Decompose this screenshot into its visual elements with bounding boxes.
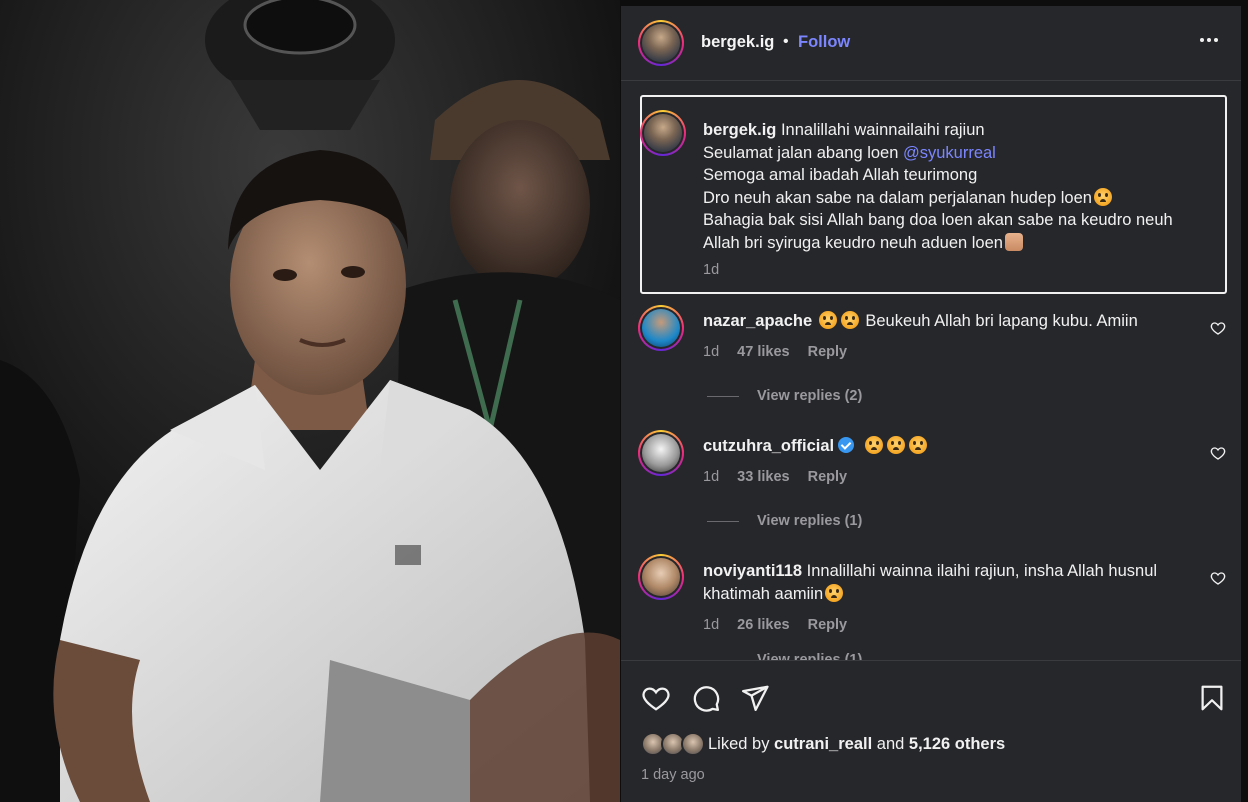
reply-button[interactable]: Reply	[808, 617, 848, 633]
comment-likes[interactable]: 33 likes	[737, 469, 789, 485]
caption-line-4: Dro neuh akan sabe na dalam perjalanan h…	[703, 188, 1092, 207]
praying-hands-emoji	[1004, 232, 1023, 251]
caption-time: 1d	[703, 262, 720, 278]
caption-avatar[interactable]	[640, 110, 686, 156]
comment-text: noviyanti118 Innalillahi wainna ilaihi r…	[703, 560, 1157, 605]
replies-divider	[707, 520, 739, 522]
post-header: bergek.ig • Follow	[621, 6, 1241, 81]
comment-avatar[interactable]	[638, 430, 684, 476]
like-comment-heart-icon[interactable]	[1210, 570, 1226, 586]
flushed-face-emoji	[908, 436, 927, 454]
comment-body-line-2: khatimah aamiin	[703, 584, 824, 603]
post-photo-illustration	[0, 0, 620, 802]
flushed-face-emoji	[886, 436, 905, 454]
comment-time: 1d	[703, 617, 720, 633]
view-replies-label: View replies (2)	[757, 388, 863, 404]
reply-button[interactable]: Reply	[808, 469, 848, 485]
mention-link[interactable]: @syukurreal	[903, 144, 996, 162]
comment-likes[interactable]: 47 likes	[737, 344, 789, 360]
comment-meta: 1d 47 likes Reply	[703, 344, 861, 360]
comment-text: cutzuhra_official	[703, 435, 929, 458]
liked-by-user[interactable]: cutrani_reall	[774, 735, 872, 753]
comment-time: 1d	[703, 344, 720, 360]
comments-list[interactable]: bergek.ig Innalillahi wainnailaihi rajiu…	[621, 82, 1241, 660]
comment-body: Beukeuh Allah bri lapang kubu. Amiin	[865, 312, 1138, 330]
comment-meta: 1d 26 likes Reply	[703, 617, 861, 633]
caption-text: bergek.ig Innalillahi wainnailaihi rajiu…	[703, 119, 1173, 255]
flushed-face-emoji	[840, 311, 859, 329]
comment-username[interactable]: nazar_apache	[703, 312, 812, 330]
save-bookmark-icon[interactable]	[1197, 683, 1227, 713]
comment-username[interactable]: noviyanti118	[703, 562, 802, 580]
comment-body-line-1: Innalillahi wainna ilaihi rajiun, insha …	[806, 562, 1158, 580]
view-replies-label: View replies (1)	[757, 513, 863, 529]
liked-by-mid: and	[872, 735, 909, 753]
comments-panel: bergek.ig • Follow bergek.ig Innalillahi…	[621, 6, 1241, 802]
view-replies-button[interactable]: View replies (1)	[707, 652, 862, 660]
comment-time: 1d	[703, 469, 720, 485]
flushed-face-emoji	[818, 311, 837, 329]
caption-line-3: Semoga amal ibadah Allah teurimong	[703, 166, 978, 185]
like-comment-heart-icon[interactable]	[1210, 320, 1226, 336]
comment-likes[interactable]: 26 likes	[737, 617, 789, 633]
likes-count[interactable]: 5,126 others	[909, 735, 1005, 753]
flushed-face-emoji	[825, 583, 844, 602]
reply-button[interactable]: Reply	[808, 344, 848, 360]
author-avatar[interactable]	[638, 20, 684, 66]
comment-bubble-icon[interactable]	[691, 683, 721, 713]
caption-username[interactable]: bergek.ig	[703, 121, 776, 139]
like-heart-icon[interactable]	[641, 683, 671, 713]
liked-by-text: Liked by cutrani_reall and 5,126 others	[708, 735, 1005, 754]
comment-meta: 1d 33 likes Reply	[703, 469, 861, 485]
author-username[interactable]: bergek.ig	[701, 33, 774, 52]
flushed-face-emoji	[864, 436, 883, 454]
post-time[interactable]: 1 day ago	[641, 767, 705, 783]
post-photo	[0, 0, 620, 802]
caption-line-5: Bahagia bak sisi Allah bang doa loen aka…	[703, 211, 1173, 230]
separator-dot: •	[783, 33, 789, 50]
view-replies-button[interactable]: View replies (2)	[707, 388, 862, 404]
view-replies-button[interactable]: View replies (1)	[707, 513, 862, 529]
share-send-icon[interactable]	[740, 683, 770, 713]
liker-avatar[interactable]	[681, 732, 705, 756]
caption-line-1: Innalillahi wainnailaihi rajiun	[780, 121, 985, 139]
caption-line-6: Allah bri syiruga keudro neuh aduen loen	[703, 233, 1003, 252]
comment-username[interactable]: cutzuhra_official	[703, 437, 834, 455]
like-comment-heart-icon[interactable]	[1210, 445, 1226, 461]
crying-face-emoji	[1093, 187, 1112, 206]
caption-line-2: Seulamat jalan abang loen	[703, 143, 903, 162]
caption-meta: 1d	[703, 262, 733, 278]
follow-button[interactable]: Follow	[798, 33, 850, 52]
post-actions: Liked by cutrani_reall and 5,126 others …	[621, 660, 1241, 802]
liked-by-prefix: Liked by	[708, 735, 775, 753]
view-replies-label: View replies (1)	[757, 652, 863, 660]
more-horizontal-icon[interactable]	[1197, 28, 1221, 52]
comment-text: nazar_apache Beukeuh Allah bri lapang ku…	[703, 310, 1138, 333]
comment-avatar[interactable]	[638, 305, 684, 351]
verified-badge-icon	[838, 437, 855, 453]
comment-avatar[interactable]	[638, 554, 684, 600]
replies-divider	[707, 395, 739, 397]
